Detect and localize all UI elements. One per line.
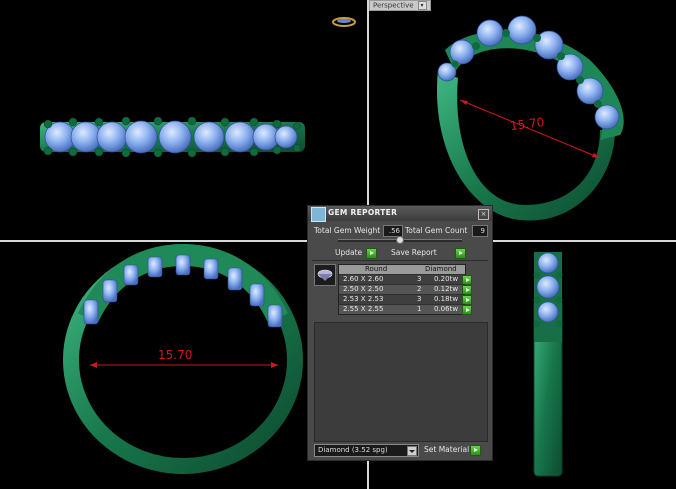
gem-reporter-panel: GEM REPORTER × Total Gem Weight .56 Tota… [307,205,493,461]
total-gem-weight-label: Total Gem Weight [314,226,381,235]
select-row-button[interactable] [462,305,472,315]
material-select[interactable]: Diamond (3.52 spg) [314,444,419,457]
save-report-label: Save Report [391,248,437,257]
chevron-down-icon[interactable]: ▾ [417,1,427,10]
gem-table: Round Diamond 2.60 X 2.60 3 0.20tw 2.50 … [338,264,472,315]
gem-weight: 0.12tw [434,285,459,293]
column-header-round: Round [365,265,388,273]
panel-title: GEM REPORTER [328,208,398,217]
side-view [533,252,563,477]
gem-size: 2.50 X 2.50 [343,285,384,293]
close-icon[interactable]: × [478,209,489,220]
table-row[interactable]: 2.60 X 2.60 3 0.20tw [339,274,472,285]
update-label: Update [335,248,363,257]
gem-count: 2 [417,285,422,293]
gem-count: 3 [417,275,422,283]
gem-list-area[interactable] [314,322,488,442]
gem-weight: 0.06tw [434,305,459,313]
gem-weight: 0.20tw [434,275,459,283]
table-row[interactable]: 2.53 X 2.53 3 0.18tw [339,294,472,305]
top-view [40,116,305,158]
gem-size: 2.55 X 2.55 [343,305,384,313]
column-header-diamond: Diamond [425,265,457,273]
material-select-value: Diamond (3.52 spg) [318,446,388,454]
ring-thumbnail-icon [332,17,356,27]
chevron-down-icon[interactable] [407,446,417,456]
dimension-label-front: 15.70 [158,348,193,362]
panel-separator [312,260,488,261]
gem-reporter-logo-icon [311,207,326,222]
table-row[interactable]: 2.55 X 2.55 1 0.06tw [339,304,472,315]
panel-title-bar[interactable]: GEM REPORTER × [308,206,492,222]
gem-size: 2.60 X 2.60 [343,275,384,283]
perspective-view-dropdown[interactable]: Perspective ▾ [369,0,431,11]
weight-slider-handle[interactable] [396,236,404,244]
total-gem-count-label: Total Gem Count [405,226,468,235]
total-gem-count-value: 9 [472,225,488,237]
gem-size: 2.53 X 2.53 [343,295,384,303]
table-header: Round Diamond [339,265,465,274]
gem-count: 3 [417,295,422,303]
perspective-label: Perspective [373,1,414,10]
gem-weight: 0.18tw [434,295,459,303]
set-material-label: Set Material [424,445,470,454]
table-row[interactable]: 2.50 X 2.50 2 0.12tw [339,284,472,295]
update-button[interactable] [366,248,377,259]
gem-icon [317,269,333,281]
save-report-button[interactable] [455,248,466,259]
gem-thumbnail[interactable] [314,264,336,286]
set-material-button[interactable] [470,445,481,456]
gem-count: 1 [417,305,422,313]
